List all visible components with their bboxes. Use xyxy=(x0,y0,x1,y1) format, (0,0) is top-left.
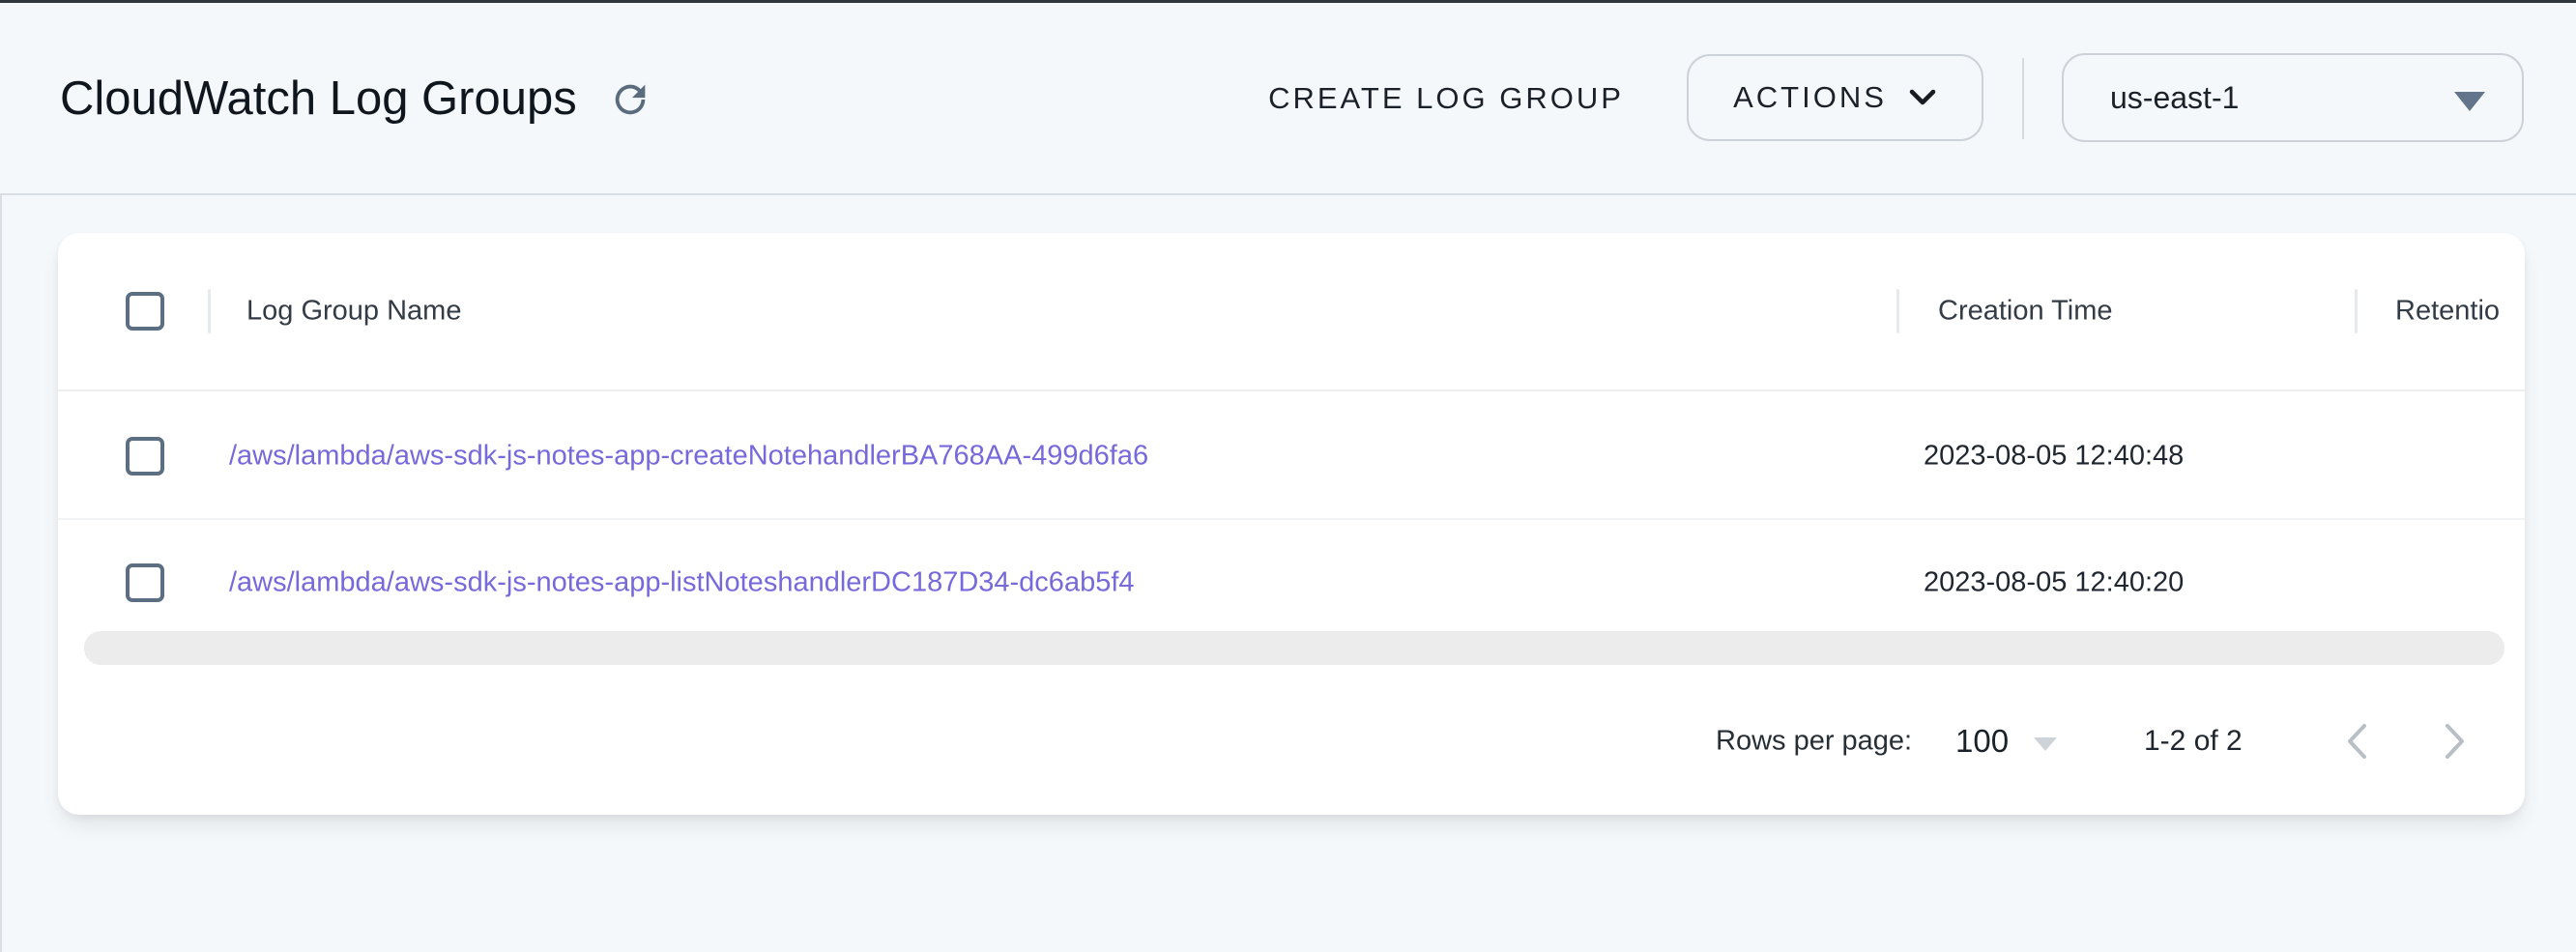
log-group-link[interactable]: /aws/lambda/aws-sdk-js-notes-app-listNot… xyxy=(229,567,1135,599)
horizontal-scrollbar xyxy=(58,627,2525,668)
creation-time-value: 2023-08-05 12:40:20 xyxy=(1924,567,2184,599)
chevron-down-icon xyxy=(1908,88,1937,107)
log-group-link[interactable]: /aws/lambda/aws-sdk-js-notes-app-createN… xyxy=(229,440,1148,472)
log-groups-card: Log Group Name Creation Time Retentio /a… xyxy=(58,233,2525,815)
previous-page-button[interactable] xyxy=(2335,716,2378,766)
triangle-down-icon[interactable] xyxy=(2034,737,2057,751)
chevron-left-icon xyxy=(2344,721,2369,762)
column-separator xyxy=(2355,289,2358,333)
next-page-button[interactable] xyxy=(2434,716,2476,766)
row-checkbox[interactable] xyxy=(126,437,164,476)
row-checkbox[interactable] xyxy=(126,563,164,602)
refresh-icon xyxy=(608,77,652,122)
horizontal-scrollbar-thumb[interactable] xyxy=(84,631,2504,665)
column-header-creation-time[interactable]: Creation Time xyxy=(1938,296,2113,328)
table-footer: Rows per page: 100 1-2 of 2 xyxy=(58,668,2525,815)
triangle-down-icon xyxy=(2454,92,2485,111)
column-separator xyxy=(208,289,211,333)
region-select-value: us-east-1 xyxy=(2110,80,2239,116)
region-select[interactable]: us-east-1 xyxy=(2062,53,2524,142)
refresh-button[interactable] xyxy=(605,74,655,125)
column-header-retention[interactable]: Retentio xyxy=(2395,296,2500,328)
create-log-group-button[interactable]: CREATE LOG GROUP xyxy=(1243,3,1649,193)
table-header-row: Log Group Name Creation Time Retentio xyxy=(58,233,2525,391)
column-header-log-group-name[interactable]: Log Group Name xyxy=(246,296,461,328)
header-divider xyxy=(2022,58,2024,139)
page-title: CloudWatch Log Groups xyxy=(60,3,577,193)
chevron-right-icon xyxy=(2443,721,2468,762)
pagination-range-label: 1-2 of 2 xyxy=(2144,725,2243,758)
table-row: /aws/lambda/aws-sdk-js-notes-app-listNot… xyxy=(58,522,2525,644)
creation-time-value: 2023-08-05 12:40:48 xyxy=(1924,440,2184,472)
select-all-checkbox[interactable] xyxy=(126,292,164,331)
rows-per-page-select[interactable]: 100 xyxy=(1955,723,2009,760)
actions-button-label: ACTIONS xyxy=(1733,80,1887,115)
page-header: CloudWatch Log Groups CREATE LOG GROUP A… xyxy=(0,3,2576,195)
column-separator xyxy=(1896,289,1899,333)
rows-per-page-label: Rows per page: xyxy=(1716,726,1912,758)
cloudwatch-log-groups-screen: CloudWatch Log Groups CREATE LOG GROUP A… xyxy=(0,0,2576,952)
actions-button[interactable]: ACTIONS xyxy=(1687,54,1983,141)
table-row: /aws/lambda/aws-sdk-js-notes-app-createN… xyxy=(58,393,2525,520)
